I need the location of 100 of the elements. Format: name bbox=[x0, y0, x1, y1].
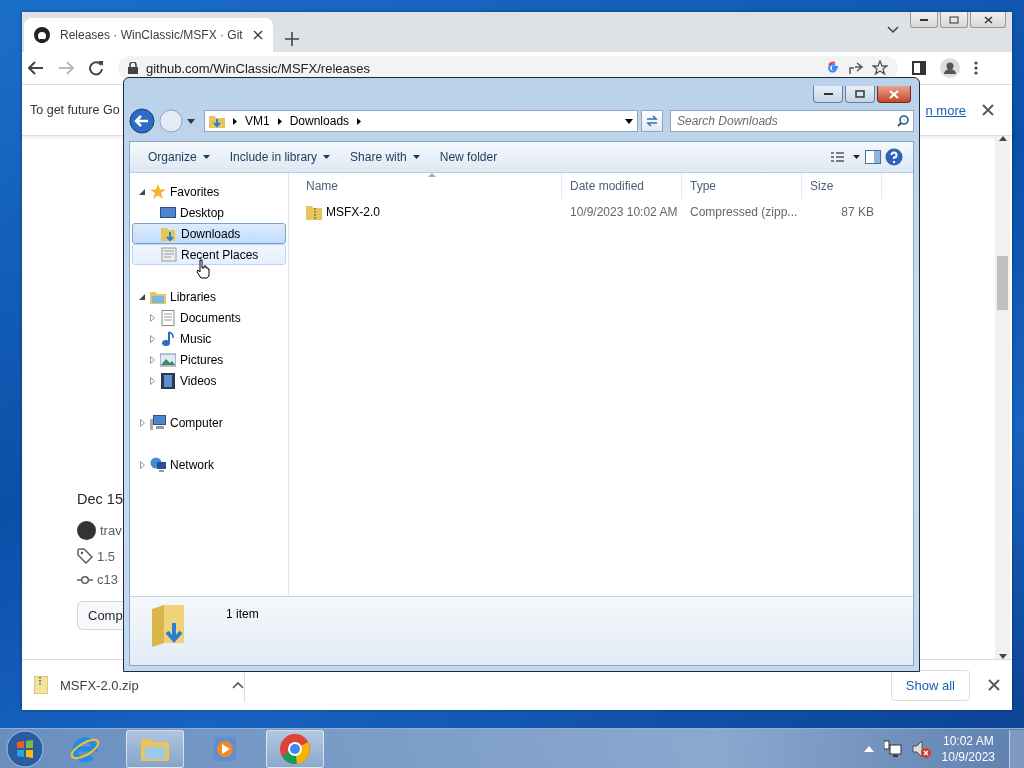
search-icon bbox=[897, 115, 909, 127]
chevron-right-icon[interactable] bbox=[233, 117, 237, 125]
scrollbar[interactable] bbox=[995, 136, 1010, 659]
menu-icon[interactable] bbox=[974, 61, 978, 75]
network-icon[interactable] bbox=[883, 739, 902, 758]
side-panel-icon[interactable] bbox=[912, 61, 926, 75]
close-icon bbox=[889, 89, 899, 99]
close-button[interactable] bbox=[970, 12, 1006, 28]
caret-icon[interactable] bbox=[887, 26, 899, 34]
chevron-right-icon[interactable] bbox=[357, 117, 362, 125]
close-icon[interactable] bbox=[988, 679, 1000, 691]
reload-icon[interactable] bbox=[88, 60, 104, 76]
maximize-button[interactable] bbox=[845, 86, 875, 103]
collapsed-arrow-icon[interactable] bbox=[149, 334, 155, 343]
music-note-icon bbox=[160, 330, 176, 347]
preview-pane-icon[interactable] bbox=[865, 150, 881, 164]
scroll-up-icon bbox=[998, 136, 1007, 141]
start-orb-icon[interactable] bbox=[6, 729, 44, 768]
plus-icon[interactable] bbox=[284, 32, 299, 46]
collapsed-arrow-icon[interactable] bbox=[149, 376, 155, 385]
tray-arrow-icon[interactable] bbox=[863, 745, 874, 752]
avatar-icon bbox=[77, 521, 96, 540]
expanded-arrow-icon[interactable] bbox=[139, 293, 145, 300]
tree-item[interactable]: Recent Places bbox=[132, 244, 286, 265]
commit-hash[interactable]: c13 bbox=[97, 572, 118, 587]
column-header[interactable]: Size bbox=[802, 173, 882, 199]
download-filename[interactable]: MSFX-2.0.zip bbox=[60, 677, 220, 693]
breadcrumb[interactable]: Downloads bbox=[289, 114, 350, 128]
collapsed-arrow-icon[interactable] bbox=[139, 460, 145, 469]
zip-file-icon bbox=[34, 676, 48, 694]
back-arrow-icon[interactable] bbox=[28, 61, 44, 75]
document-icon bbox=[161, 246, 177, 263]
close-icon[interactable] bbox=[982, 104, 994, 116]
address-bar[interactable]: VM1 Downloads bbox=[204, 110, 638, 132]
hand-cursor-icon bbox=[196, 259, 210, 279]
caret-icon[interactable] bbox=[625, 118, 633, 124]
tree-item[interactable]: Downloads bbox=[132, 223, 286, 244]
tree-item[interactable]: Pictures bbox=[130, 349, 288, 370]
release-date: Dec 15 bbox=[77, 491, 124, 507]
clock-time[interactable]: 10:02 AM bbox=[942, 732, 994, 749]
tree-item[interactable]: Music bbox=[130, 328, 288, 349]
tree-item[interactable]: Desktop bbox=[130, 202, 288, 223]
back-button-icon[interactable] bbox=[129, 108, 155, 134]
collapsed-arrow-icon[interactable] bbox=[149, 355, 155, 364]
commit-icon bbox=[77, 574, 93, 585]
file-name-cell[interactable]: MSFX-2.0 bbox=[298, 204, 562, 220]
address-bar[interactable]: github.com/WinClassic/MSFX/releases bbox=[118, 56, 898, 80]
star-icon bbox=[150, 183, 166, 200]
expanded-arrow-icon[interactable] bbox=[139, 188, 145, 195]
author-name[interactable]: trav bbox=[100, 523, 122, 538]
muted-speaker-icon[interactable] bbox=[911, 739, 932, 758]
breadcrumb[interactable]: VM1 bbox=[245, 114, 270, 128]
minimize-icon bbox=[823, 92, 833, 96]
column-header[interactable]: Name bbox=[298, 173, 562, 199]
close-button[interactable] bbox=[877, 86, 911, 103]
toolbar-button[interactable]: Include in library bbox=[221, 147, 339, 167]
refresh-icon bbox=[645, 114, 659, 128]
refresh-button[interactable] bbox=[641, 110, 663, 132]
zip-folder-icon bbox=[306, 204, 322, 220]
compare-button[interactable]: Comp bbox=[77, 601, 124, 630]
profile-icon[interactable] bbox=[940, 58, 960, 78]
caret-up-icon[interactable] bbox=[232, 681, 244, 689]
tree-item[interactable]: Libraries bbox=[130, 286, 288, 307]
minimize-button[interactable] bbox=[813, 86, 843, 103]
column-header[interactable]: Type bbox=[682, 173, 802, 199]
search-field[interactable]: Search Downloads bbox=[670, 110, 914, 132]
minimize-button[interactable] bbox=[910, 12, 938, 28]
help-icon[interactable] bbox=[885, 148, 903, 166]
clock-date[interactable]: 10/9/2023 bbox=[941, 748, 995, 765]
item-count: 1 item bbox=[226, 606, 259, 621]
caret-icon[interactable] bbox=[187, 118, 195, 124]
toolbar-button[interactable]: Organize bbox=[140, 147, 218, 167]
view-options-icon[interactable] bbox=[831, 151, 861, 163]
lock-icon bbox=[128, 62, 138, 74]
close-icon bbox=[983, 15, 993, 24]
tab-title: Releases · WinClassic/MSFX · Git bbox=[60, 28, 243, 42]
browser-tab[interactable]: Releases · WinClassic/MSFX · Git bbox=[24, 18, 273, 52]
size-cell-text: 87 KB bbox=[840, 205, 875, 219]
tree-item[interactable]: Favorites bbox=[130, 181, 288, 202]
column-header[interactable]: Date modified bbox=[562, 173, 682, 199]
chrome-icon bbox=[279, 732, 311, 765]
collapsed-arrow-icon[interactable] bbox=[149, 313, 155, 322]
chevron-right-icon[interactable] bbox=[277, 117, 282, 125]
tree-item[interactable]: Computer bbox=[130, 412, 288, 433]
taskbar-button[interactable] bbox=[266, 729, 324, 768]
share-icon[interactable] bbox=[848, 61, 864, 75]
collapsed-arrow-icon[interactable] bbox=[139, 418, 145, 427]
learn-more-link[interactable]: n more bbox=[925, 102, 966, 118]
tree-item[interactable]: Network bbox=[130, 454, 288, 475]
close-icon[interactable] bbox=[252, 30, 263, 40]
scroll-thumb[interactable] bbox=[997, 256, 1008, 310]
tag-name[interactable]: 1.5 bbox=[97, 548, 116, 564]
tree-item[interactable]: Videos bbox=[130, 370, 288, 391]
toolbar-button[interactable]: New folder bbox=[431, 147, 506, 167]
toolbar-button[interactable]: Share with bbox=[342, 147, 428, 167]
google-icon[interactable] bbox=[826, 61, 840, 75]
downloads-folder-icon bbox=[150, 603, 186, 647]
star-icon[interactable] bbox=[872, 60, 888, 76]
tree-item[interactable]: Documents bbox=[130, 307, 288, 328]
show-all-button[interactable]: Show all bbox=[890, 669, 970, 701]
